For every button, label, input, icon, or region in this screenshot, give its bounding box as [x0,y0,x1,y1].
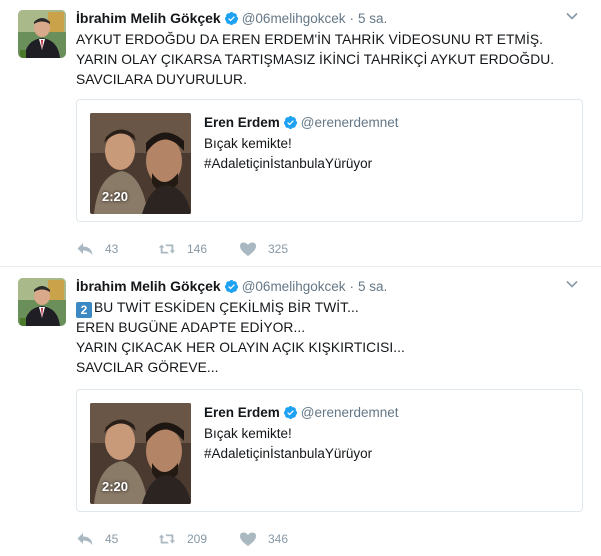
tweet-text: AYKUT ERDOĞDU DA EREN ERDEM'İN TAHRİK Vİ… [76,30,587,90]
quoted-text-line: Bıçak kemikte! [204,426,292,441]
tweet-timestamp[interactable]: 5 sa. [358,11,387,26]
reply-icon [77,533,93,545]
author-handle[interactable]: @06melihgokcek [242,11,346,26]
like-button[interactable]: 346 [239,531,319,547]
tweet-actions: 45 209 346 [76,529,319,549]
retweet-button[interactable]: 209 [158,531,239,547]
heart-icon [240,242,256,256]
reply-button[interactable]: 45 [76,531,158,547]
verified-icon [283,115,298,130]
quoted-author-handle: @erenerdemnet [300,404,399,420]
quoted-author-handle: @erenerdemnet [300,114,399,130]
video-thumbnail[interactable]: 2:20 [90,113,191,214]
tweet-text-line: YARIN ÇIKACAK HER OLAYIN AÇIK KIŞKIRTICI… [76,340,405,355]
timeline: İbrahim Melih Gökçek @06melihgokcek · 5 … [0,0,601,556]
reply-icon [77,243,93,255]
quoted-tweet-text: Bıçak kemikte! #AdaletiçinİstanbulaYürüy… [204,134,572,174]
tweet-text-line: EREN BUGÜNE ADAPTE EDİYOR... [76,320,306,335]
tweet-timestamp[interactable]: 5 sa. [358,279,387,294]
video-thumbnail[interactable]: 2:20 [90,403,191,504]
author-name[interactable]: İbrahim Melih Gökçek [76,10,221,26]
tweet-header: İbrahim Melih Gökçek @06melihgokcek · 5 … [76,276,587,296]
quoted-tweet[interactable]: 2:20 Eren Erdem @erenerdemnet Bıçak kemi… [76,99,583,222]
tweet-actions: 43 146 325 [76,239,319,259]
hashtag-link[interactable]: #AdaletiçinİstanbulaYürüyor [204,444,572,464]
video-duration: 2:20 [102,189,129,204]
tweet-text-line: SAVCILAR GÖREVE... [76,360,219,375]
separator-dot: · [349,10,354,26]
tweet-header: İbrahim Melih Gökçek @06melihgokcek · 5 … [76,8,587,28]
separator-dot: · [349,278,354,294]
tweet-text-line: YARIN OLAY ÇIKARSA TARTIŞMASIZ İKİNCİ TA… [76,52,555,67]
chevron-down-icon[interactable] [565,9,579,23]
verified-icon [283,405,298,420]
quoted-author-name: Eren Erdem [204,404,280,420]
author-name[interactable]: İbrahim Melih Gökçek [76,278,221,294]
retweet-count: 209 [187,532,208,546]
like-button[interactable]: 325 [239,241,319,257]
retweet-icon [158,244,176,254]
video-duration: 2:20 [102,479,129,494]
verified-icon [224,279,239,294]
reply-count: 45 [105,532,119,546]
retweet-count: 146 [187,242,208,256]
chevron-down-icon[interactable] [565,277,579,291]
tweet-text-fragment: BU TWİT ESKİDEN ÇEKİLMİŞ BİR TWİT... [94,300,359,315]
heart-icon [240,532,256,546]
reply-count: 43 [105,242,119,256]
tweet-text-line: SAVCILARA DUYURULUR. [76,72,247,87]
tweet-text: 2 BU TWİT ESKİDEN ÇEKİLMİŞ BİR TWİT... ER… [76,298,587,378]
verified-icon [224,11,239,26]
retweet-icon [158,534,176,544]
avatar[interactable] [18,10,66,58]
like-count: 346 [268,532,289,546]
avatar[interactable] [18,278,66,326]
quoted-text-line: Bıçak kemikte! [204,136,292,151]
tweet-text-line: 2 BU TWİT ESKİDEN ÇEKİLMİŞ BİR TWİT... [76,298,587,318]
author-handle[interactable]: @06melihgokcek [242,279,346,294]
keycap-two-emoji: 2 [76,302,92,318]
quoted-tweet[interactable]: 2:20 Eren Erdem @erenerdemnet Bıçak kemi… [76,389,583,512]
tweet[interactable]: İbrahim Melih Gökçek @06melihgokcek · 5 … [0,267,601,556]
hashtag-link[interactable]: #AdaletiçinİstanbulaYürüyor [204,154,572,174]
retweet-button[interactable]: 146 [158,241,239,257]
tweet-text-line: AYKUT ERDOĞDU DA EREN ERDEM'İN TAHRİK Vİ… [76,32,543,47]
quoted-tweet-text: Bıçak kemikte! #AdaletiçinİstanbulaYürüy… [204,424,572,464]
like-count: 325 [268,242,289,256]
quoted-author-name: Eren Erdem [204,114,280,130]
tweet[interactable]: İbrahim Melih Gökçek @06melihgokcek · 5 … [0,0,601,267]
reply-button[interactable]: 43 [76,241,158,257]
